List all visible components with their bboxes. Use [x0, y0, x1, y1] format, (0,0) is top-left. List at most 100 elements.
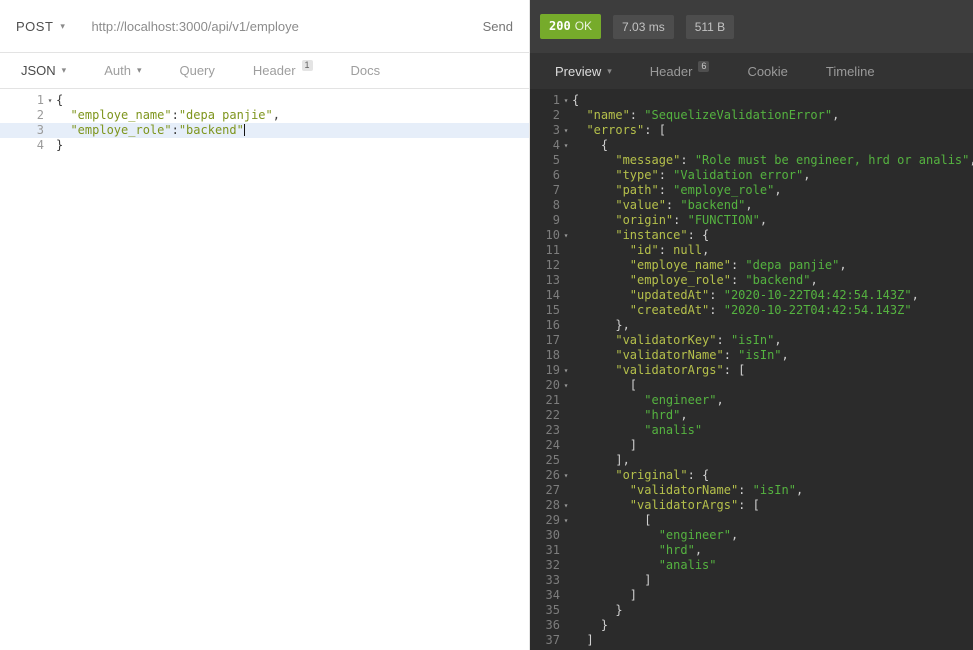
code-token: : { — [687, 228, 710, 242]
code-line[interactable]: 31 "hrd", — [530, 543, 973, 558]
code-line[interactable]: 26 ▾ "original": { — [530, 468, 973, 483]
line-number: 1 — [552, 93, 560, 107]
fold-arrow-icon[interactable]: ▾ — [560, 468, 572, 483]
code-line[interactable]: 14 "updatedAt": "2020-10-22T04:42:54.143… — [530, 288, 973, 303]
response-body-viewer[interactable]: 1 ▾{2 "name": "SequelizeValidationError",… — [530, 89, 973, 648]
code-token: "analis" — [572, 558, 717, 572]
code-line[interactable]: 23 "analis" — [530, 423, 973, 438]
code-line[interactable]: 10 ▾ "instance": { — [530, 228, 973, 243]
code-line[interactable]: 30 "engineer", — [530, 528, 973, 543]
response-meta-bar: 200 OK 7.03 ms 511 B — [530, 0, 973, 53]
code-line[interactable]: 2 "name": "SequelizeValidationError", — [530, 108, 973, 123]
code-token: "backend" — [745, 273, 811, 287]
tab-request-header[interactable]: Header 1 — [234, 53, 332, 88]
code-line[interactable]: 35 } — [530, 603, 973, 618]
fold-arrow-icon[interactable]: ▾ — [560, 138, 572, 153]
code-text: "value": "backend", — [572, 198, 973, 213]
code-token: "SequelizeValidationError" — [644, 108, 833, 122]
line-number: 15 — [545, 303, 560, 317]
code-token: "validatorArgs" — [572, 363, 724, 377]
code-token: : [ — [723, 363, 746, 377]
tab-auth[interactable]: Auth ▾ — [85, 53, 160, 88]
code-token: , — [716, 393, 724, 407]
code-text: "updatedAt": "2020-10-22T04:42:54.143Z", — [572, 288, 973, 303]
code-line[interactable]: 34 ] — [530, 588, 973, 603]
code-line[interactable]: 36 } — [530, 618, 973, 633]
code-line[interactable]: 17 "validatorKey": "isIn", — [530, 333, 973, 348]
code-line[interactable]: 6 "type": "Validation error", — [530, 168, 973, 183]
code-line[interactable]: 21 "engineer", — [530, 393, 973, 408]
code-line[interactable]: 29 ▾ [ — [530, 513, 973, 528]
code-token: , — [969, 153, 973, 167]
method-dropdown[interactable]: POST ▾ — [16, 19, 65, 34]
code-line[interactable]: 25 ], — [530, 453, 973, 468]
tab-query[interactable]: Query — [160, 53, 233, 88]
code-line[interactable]: 15 "createdAt": "2020-10-22T04:42:54.143… — [530, 303, 973, 318]
code-line[interactable]: 4} — [0, 138, 529, 153]
code-token: , — [702, 243, 710, 257]
fold-arrow-icon[interactable]: ▾ — [560, 123, 572, 138]
code-line[interactable]: 9 "origin": "FUNCTION", — [530, 213, 973, 228]
code-token: "updatedAt" — [572, 288, 710, 302]
code-token: , — [795, 483, 804, 497]
code-line[interactable]: 13 "employe_role": "backend", — [530, 273, 973, 288]
tab-timeline[interactable]: Timeline — [807, 53, 894, 89]
fold-arrow-icon[interactable]: ▾ — [560, 378, 572, 393]
tab-response-header[interactable]: Header 6 — [631, 53, 729, 89]
code-line[interactable]: 32 "analis" — [530, 558, 973, 573]
code-line[interactable]: 1 ▾{ — [0, 93, 529, 108]
code-line[interactable]: 16 }, — [530, 318, 973, 333]
code-token: "FUNCTION" — [687, 213, 760, 227]
request-body-editor[interactable]: 1 ▾{2 "employe_name":"depa panjie", 3 "emp… — [0, 89, 529, 153]
code-token: "type" — [572, 168, 659, 182]
code-line[interactable]: 1 ▾{ — [530, 93, 973, 108]
fold-arrow-icon[interactable]: ▾ — [44, 93, 56, 108]
code-token: "id" — [572, 243, 659, 257]
code-line[interactable]: 11 "id": null, — [530, 243, 973, 258]
code-line[interactable]: 5 "message": "Role must be engineer, hrd… — [530, 153, 973, 168]
fold-arrow-icon[interactable]: ▾ — [560, 93, 572, 108]
top-bar: POST ▾ Send 200OK 7.03 ms 511 B — [0, 0, 973, 53]
code-line[interactable]: 2 "employe_name":"depa panjie", — [0, 108, 529, 123]
code-line[interactable]: 33 ] — [530, 573, 973, 588]
code-line[interactable]: 20 ▾ [ — [530, 378, 973, 393]
content-panels: 1 ▾{2 "employe_name":"depa panjie", 3 "emp… — [0, 89, 973, 650]
code-line[interactable]: 12 "employe_name": "depa panjie", — [530, 258, 973, 273]
code-line[interactable]: 18 "validatorName": "isIn", — [530, 348, 973, 363]
url-input[interactable] — [91, 18, 483, 34]
code-token: : — [658, 168, 674, 182]
code-token: , — [272, 108, 280, 122]
fold-arrow-icon[interactable]: ▾ — [560, 513, 572, 528]
fold-arrow-icon[interactable]: ▾ — [560, 228, 572, 243]
code-line[interactable]: 22 "hrd", — [530, 408, 973, 423]
code-line[interactable]: 8 "value": "backend", — [530, 198, 973, 213]
code-line[interactable]: 37 ] — [530, 633, 973, 648]
code-line[interactable]: 3 "employe_role":"backend" — [0, 123, 529, 138]
tab-body-json[interactable]: JSON ▾ — [2, 53, 85, 88]
code-token: "2020-10-22T04:42:54.143Z" — [723, 303, 912, 317]
status-badge: 200 OK — [540, 14, 602, 39]
line-number: 4 — [552, 138, 560, 152]
tab-docs[interactable]: Docs — [332, 53, 400, 88]
code-line[interactable]: 7 "path": "employe_role", — [530, 183, 973, 198]
tab-preview[interactable]: Preview ▾ — [536, 53, 631, 89]
code-token: "path" — [572, 183, 659, 197]
code-line[interactable]: 24 ] — [530, 438, 973, 453]
code-line[interactable]: 27 "validatorName": "isIn", — [530, 483, 973, 498]
code-line[interactable]: 19 ▾ "validatorArgs": [ — [530, 363, 973, 378]
chevron-down-icon: ▾ — [61, 65, 67, 75]
code-token: "hrd" — [572, 408, 681, 422]
fold-arrow-icon[interactable]: ▾ — [560, 498, 572, 513]
fold-arrow-icon[interactable]: ▾ — [560, 363, 572, 378]
line-number: 10 — [545, 228, 560, 242]
code-token: "employe_role" — [673, 183, 775, 197]
code-line[interactable]: 3 ▾ "errors": [ — [530, 123, 973, 138]
code-line[interactable]: 28 ▾ "validatorArgs": [ — [530, 498, 973, 513]
code-token: [ — [572, 513, 652, 527]
code-line[interactable]: 4 ▾ { — [530, 138, 973, 153]
send-button[interactable]: Send — [483, 19, 513, 34]
tab-cookie[interactable]: Cookie — [728, 53, 806, 89]
